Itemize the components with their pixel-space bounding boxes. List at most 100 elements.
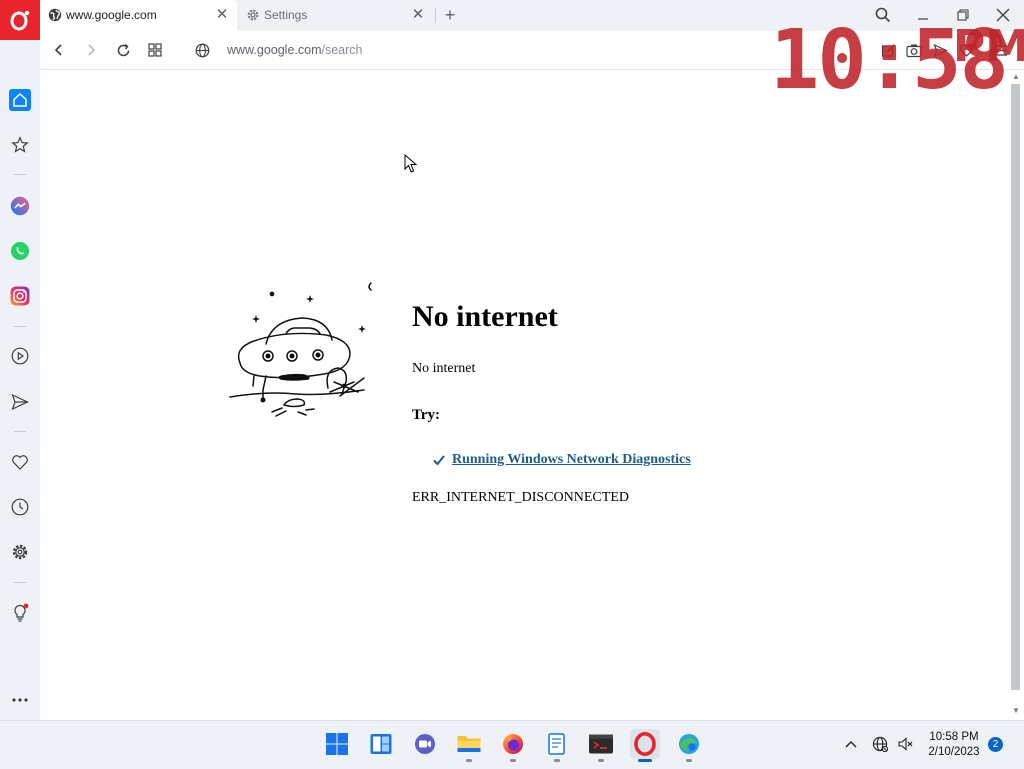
- running-indicator: [554, 759, 560, 762]
- start-icon: [326, 733, 348, 755]
- sidebar-item-whatsapp[interactable]: [8, 239, 32, 263]
- check-icon: [433, 455, 445, 466]
- clock-icon: [11, 498, 29, 516]
- chat-icon: [415, 734, 435, 754]
- firefox-icon: [503, 734, 523, 754]
- sidebar-divider: [14, 326, 26, 327]
- gear-icon: [12, 544, 28, 560]
- heart-icon: [12, 455, 28, 470]
- tab-settings[interactable]: Settings ✕: [238, 0, 433, 31]
- running-indicator: [598, 759, 604, 762]
- opera-logo-icon: [10, 10, 30, 31]
- tab-snapshot-button[interactable]: [144, 40, 166, 60]
- opera-menu-button[interactable]: [0, 0, 40, 40]
- sidebar-item-settings[interactable]: [8, 540, 32, 564]
- sidebar-divider: [14, 582, 26, 583]
- sidebar: [0, 40, 40, 720]
- opera-icon: [634, 732, 656, 756]
- tab-label: www.google.com: [66, 8, 157, 22]
- lightbulb-icon: [14, 603, 29, 622]
- running-indicator: [510, 759, 516, 762]
- scroll-down-icon[interactable]: ▼: [1011, 706, 1021, 716]
- running-indicator: [466, 759, 472, 762]
- error-code: ERR_INTERNET_DISCONNECTED: [412, 490, 629, 505]
- sidebar-item-tips[interactable]: [8, 601, 32, 625]
- widgets-icon: [370, 734, 392, 754]
- vertical-scrollbar[interactable]: ▲ ▼: [1008, 70, 1024, 720]
- sidebar-item-messenger[interactable]: [8, 194, 32, 218]
- tab-label: Settings: [264, 8, 308, 22]
- volume-button[interactable]: [897, 736, 913, 752]
- close-tab-icon[interactable]: ✕: [409, 5, 427, 25]
- terminal-icon: [589, 734, 613, 754]
- taskbar: 10:58 PM 2/10/2023 2: [0, 720, 1024, 769]
- show-hidden-icons-button[interactable]: [843, 736, 859, 752]
- grid-icon: [148, 43, 162, 57]
- sidebar-divider: [14, 431, 26, 432]
- close-tab-icon[interactable]: ✕: [213, 5, 231, 25]
- globe-icon: [48, 8, 62, 22]
- taskbar-opera[interactable]: [630, 729, 660, 762]
- clock-date: 2/10/2023: [928, 746, 980, 758]
- messenger-icon: [10, 196, 30, 216]
- sidebar-item-speed-dial[interactable]: [8, 133, 32, 157]
- new-tab-button[interactable]: +: [440, 4, 460, 26]
- whatsapp-icon: [11, 242, 29, 260]
- url-host: www.google.com: [227, 43, 322, 57]
- forward-arrow-icon: [88, 44, 96, 56]
- sidebar-item-instagram[interactable]: [8, 284, 32, 308]
- taskbar-terminal[interactable]: [586, 729, 616, 762]
- running-indicator: [686, 759, 692, 762]
- taskbar-start[interactable]: [322, 729, 352, 759]
- globe-network-icon: [872, 736, 888, 752]
- reload-button[interactable]: [112, 40, 134, 60]
- url-path: /search: [321, 43, 363, 57]
- scrollbar-thumb[interactable]: [1011, 84, 1020, 690]
- back-arrow-icon: [54, 44, 62, 56]
- play-icon: [11, 347, 29, 365]
- forward-button[interactable]: [80, 40, 102, 60]
- scroll-up-icon[interactable]: ▲: [1011, 72, 1021, 82]
- sidebar-item-flow[interactable]: [8, 390, 32, 414]
- star-icon: [11, 136, 29, 153]
- taskbar-notepad[interactable]: [542, 729, 572, 762]
- clock-time: 10:58 PM: [929, 731, 979, 743]
- mouse-pointer-icon: [404, 154, 418, 173]
- error-title: No internet: [412, 300, 558, 333]
- try-label: Try:: [412, 407, 441, 423]
- sidebar-divider: [14, 174, 26, 175]
- notepad-icon: [548, 733, 565, 755]
- clock-ampm: PM: [953, 21, 1024, 72]
- taskbar-widgets[interactable]: [366, 729, 396, 759]
- home-icon: [9, 89, 31, 111]
- instagram-icon: [10, 286, 30, 306]
- send-icon: [11, 393, 29, 411]
- taskbar-firefox[interactable]: [498, 729, 528, 762]
- sidebar-more-button[interactable]: [8, 688, 32, 712]
- reload-icon: [117, 43, 129, 56]
- file-explorer-icon: [457, 736, 481, 752]
- sidebar-item-player[interactable]: [8, 344, 32, 368]
- network-status-button[interactable]: [872, 736, 888, 752]
- taskbar-file-explorer[interactable]: [454, 729, 484, 762]
- tab-google[interactable]: www.google.com ✕: [40, 0, 237, 31]
- sidebar-item-home[interactable]: [8, 88, 32, 112]
- taskbar-chat[interactable]: [410, 729, 440, 759]
- taskbar-edge[interactable]: [674, 729, 704, 762]
- url-field[interactable]: www.google.com/search: [227, 43, 363, 57]
- running-indicator: [638, 759, 652, 762]
- sidebar-item-bookmarks[interactable]: [8, 450, 32, 474]
- disconnected-ufo-icon: [229, 282, 372, 417]
- tab-divider: [435, 8, 436, 23]
- site-info-button[interactable]: [191, 40, 213, 60]
- more-icon: [12, 698, 28, 702]
- system-clock[interactable]: 10:58 PM 2/10/2023: [924, 730, 984, 760]
- back-button[interactable]: [48, 40, 70, 60]
- chevron-up-icon: [845, 741, 857, 748]
- page-content: No internet No internet Try: Running Win…: [40, 70, 1008, 720]
- notification-badge[interactable]: 2: [988, 737, 1003, 752]
- sidebar-item-history[interactable]: [8, 495, 32, 519]
- error-subtitle: No internet: [412, 361, 476, 376]
- volume-muted-icon: [898, 737, 913, 751]
- network-diagnostics-link[interactable]: Running Windows Network Diagnostics: [452, 452, 691, 468]
